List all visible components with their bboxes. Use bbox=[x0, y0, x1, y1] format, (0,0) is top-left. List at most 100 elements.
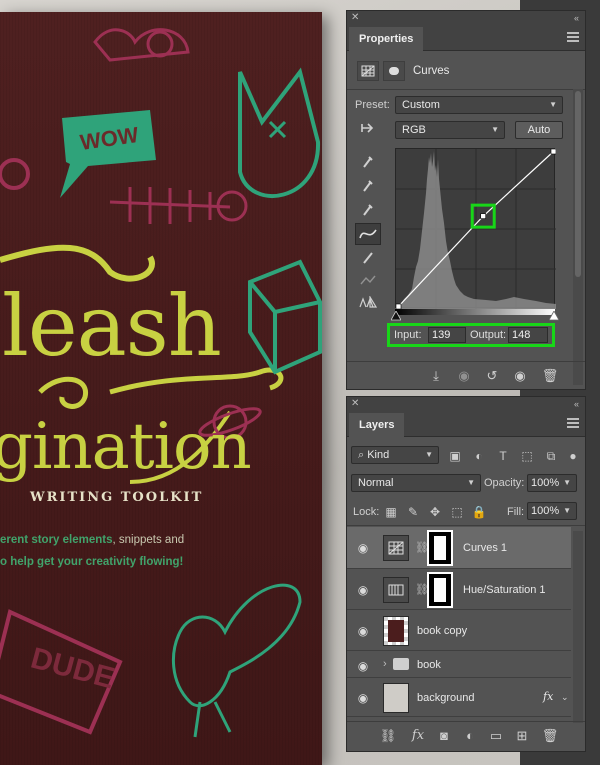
layer-row-background[interactable]: ◉ background fx ⌄ bbox=[347, 679, 571, 717]
output-field[interactable]: 148 bbox=[508, 327, 548, 343]
channel-select[interactable]: RGB ▼ bbox=[395, 121, 505, 139]
add-mask-icon[interactable]: ◙ bbox=[435, 728, 453, 744]
edit-points-curve-icon[interactable] bbox=[355, 223, 381, 245]
lock-all-icon[interactable]: 🔒 bbox=[471, 504, 487, 520]
layer-mask-thumbnail[interactable] bbox=[427, 572, 453, 608]
new-group-icon[interactable]: ▭ bbox=[487, 728, 505, 744]
layer-effects-icon[interactable]: fx bbox=[543, 690, 553, 703]
view-previous-icon[interactable]: ◉ bbox=[455, 368, 473, 384]
visibility-eye-icon[interactable]: ◉ bbox=[511, 368, 529, 384]
chevron-down-icon: ▼ bbox=[425, 450, 433, 459]
visibility-eye-icon[interactable]: ◉ bbox=[355, 660, 371, 672]
layers-bottom-toolbar: ⛓ fx ◙ ◐ ▭ ⊞ 🗑 bbox=[347, 721, 585, 749]
search-icon: ⌕ bbox=[358, 449, 368, 461]
collapse-icon[interactable]: « bbox=[574, 397, 579, 411]
filter-type-icon[interactable]: T bbox=[495, 448, 511, 464]
cover-tagline-1: erent story elements, snippets and bbox=[0, 534, 184, 546]
filter-smart-object-icon[interactable]: ⧉ bbox=[543, 448, 559, 464]
tab-layers[interactable]: Layers bbox=[349, 413, 405, 437]
reset-icon[interactable]: ↺ bbox=[483, 368, 501, 384]
eyedropper-black-icon[interactable] bbox=[355, 151, 381, 173]
close-icon[interactable]: ✕ bbox=[351, 11, 359, 25]
preset-label: Preset: bbox=[355, 99, 390, 111]
layers-tabrow: Layers bbox=[347, 411, 585, 437]
white-point-slider-icon[interactable] bbox=[549, 311, 559, 321]
layer-row-hue-saturation[interactable]: ◉ ⛓ Hue/Saturation 1 bbox=[347, 570, 571, 610]
visibility-eye-icon[interactable]: ◉ bbox=[355, 692, 371, 704]
link-layers-icon[interactable]: ⛓ bbox=[379, 728, 397, 744]
cover-title-line-1: leash bbox=[2, 277, 222, 375]
input-field[interactable]: 139 bbox=[428, 327, 466, 343]
filter-pixel-icon[interactable]: ▣ bbox=[447, 448, 463, 464]
adjustment-title: Curves bbox=[413, 65, 450, 77]
clip-to-layer-icon[interactable]: ⤓ bbox=[427, 368, 445, 384]
visibility-eye-icon[interactable]: ◉ bbox=[355, 625, 371, 637]
panel-menu-icon[interactable] bbox=[567, 418, 579, 428]
preset-select[interactable]: Custom ▼ bbox=[395, 96, 563, 114]
tab-properties[interactable]: Properties bbox=[349, 27, 424, 51]
cover-title-line-2: gination bbox=[0, 410, 252, 484]
layer-row-book-copy[interactable]: ◉ book copy bbox=[347, 611, 571, 651]
filter-adjustment-icon[interactable]: ◐ bbox=[471, 448, 487, 464]
lock-icons: ▦ ✎ ✥ ⬚ 🔒 bbox=[383, 504, 493, 526]
layer-mask-icon[interactable] bbox=[383, 61, 405, 81]
new-layer-icon[interactable]: ⊞ bbox=[513, 728, 531, 744]
new-adjustment-layer-icon[interactable]: ◐ bbox=[461, 728, 479, 744]
on-image-adjust-icon[interactable] bbox=[355, 117, 381, 139]
curves-graph-svg[interactable] bbox=[396, 149, 556, 309]
layer-name: book bbox=[417, 659, 441, 671]
eyedropper-white-icon[interactable] bbox=[355, 199, 381, 221]
panel-menu-icon[interactable] bbox=[567, 32, 579, 42]
cover-subtitle: WRITING TOOLKIT bbox=[30, 490, 204, 505]
layer-name: Curves 1 bbox=[463, 542, 508, 554]
opacity-label: Opacity: bbox=[484, 477, 525, 489]
eyedropper-gray-icon[interactable] bbox=[355, 175, 381, 197]
trash-icon[interactable]: 🗑 bbox=[541, 368, 559, 384]
curves-graph[interactable] bbox=[395, 148, 556, 309]
blend-mode-select[interactable]: Normal ▼ bbox=[351, 474, 481, 492]
add-layer-style-icon[interactable]: fx bbox=[409, 728, 427, 744]
visibility-eye-icon[interactable]: ◉ bbox=[355, 542, 371, 554]
chevron-down-icon[interactable]: ⌄ bbox=[561, 692, 569, 703]
close-icon[interactable]: ✕ bbox=[351, 397, 359, 411]
lock-artboard-icon[interactable]: ⬚ bbox=[449, 504, 465, 520]
clipping-warning-icon[interactable] bbox=[355, 291, 381, 313]
curves-adjustment-icon[interactable] bbox=[357, 61, 379, 81]
properties-panel: ✕ « Properties Curves Preset: Custom ▼ R… bbox=[346, 10, 586, 390]
trash-icon[interactable]: 🗑 bbox=[541, 728, 559, 744]
output-label: Output: bbox=[470, 329, 507, 341]
lock-transparent-icon[interactable]: ▦ bbox=[383, 504, 399, 520]
chevron-down-icon: ▼ bbox=[563, 478, 571, 487]
pencil-draw-icon[interactable] bbox=[355, 247, 381, 269]
layer-filter-select[interactable]: ⌕ Kind ▼ bbox=[351, 446, 439, 464]
fill-label: Fill: bbox=[507, 506, 525, 518]
cover-tagline-2: o help get your creativity flowing! bbox=[0, 556, 184, 568]
lock-position-icon[interactable]: ✥ bbox=[427, 504, 443, 520]
chevron-right-icon[interactable]: › bbox=[383, 658, 387, 670]
output-gradient-bar bbox=[395, 309, 555, 315]
smooth-curve-icon[interactable] bbox=[355, 269, 381, 291]
layer-row-curves[interactable]: ◉ ⛓ Curves 1 bbox=[347, 527, 571, 569]
layer-row-book-group[interactable]: ◉ › book bbox=[347, 652, 571, 678]
collapse-icon[interactable]: « bbox=[574, 11, 579, 25]
black-point-slider-icon[interactable] bbox=[391, 311, 401, 321]
auto-button[interactable]: Auto bbox=[515, 121, 563, 139]
layer-mask-thumbnail[interactable] bbox=[427, 530, 453, 566]
channel-value: RGB bbox=[402, 124, 426, 136]
layer-name: Hue/Saturation 1 bbox=[463, 584, 546, 596]
cover-tagline-1-suffix: , snippets and bbox=[112, 534, 185, 546]
lock-label: Lock: bbox=[353, 506, 380, 518]
opacity-field[interactable]: 100% ▼ bbox=[527, 474, 577, 492]
fill-field[interactable]: 100% ▼ bbox=[527, 502, 577, 520]
lock-paint-icon[interactable]: ✎ bbox=[405, 504, 421, 520]
filter-toggle-icon[interactable]: ● bbox=[565, 448, 581, 464]
layer-name: book copy bbox=[417, 625, 468, 637]
folder-icon bbox=[393, 658, 409, 670]
filter-shape-icon[interactable]: ⬚ bbox=[519, 448, 535, 464]
chevron-down-icon: ▼ bbox=[491, 125, 499, 134]
layers-scrollbar-track[interactable] bbox=[573, 531, 583, 723]
opacity-value: 100% bbox=[531, 477, 560, 489]
visibility-eye-icon[interactable]: ◉ bbox=[355, 584, 371, 596]
divider bbox=[347, 525, 585, 526]
properties-scrollbar-thumb[interactable] bbox=[575, 91, 581, 277]
